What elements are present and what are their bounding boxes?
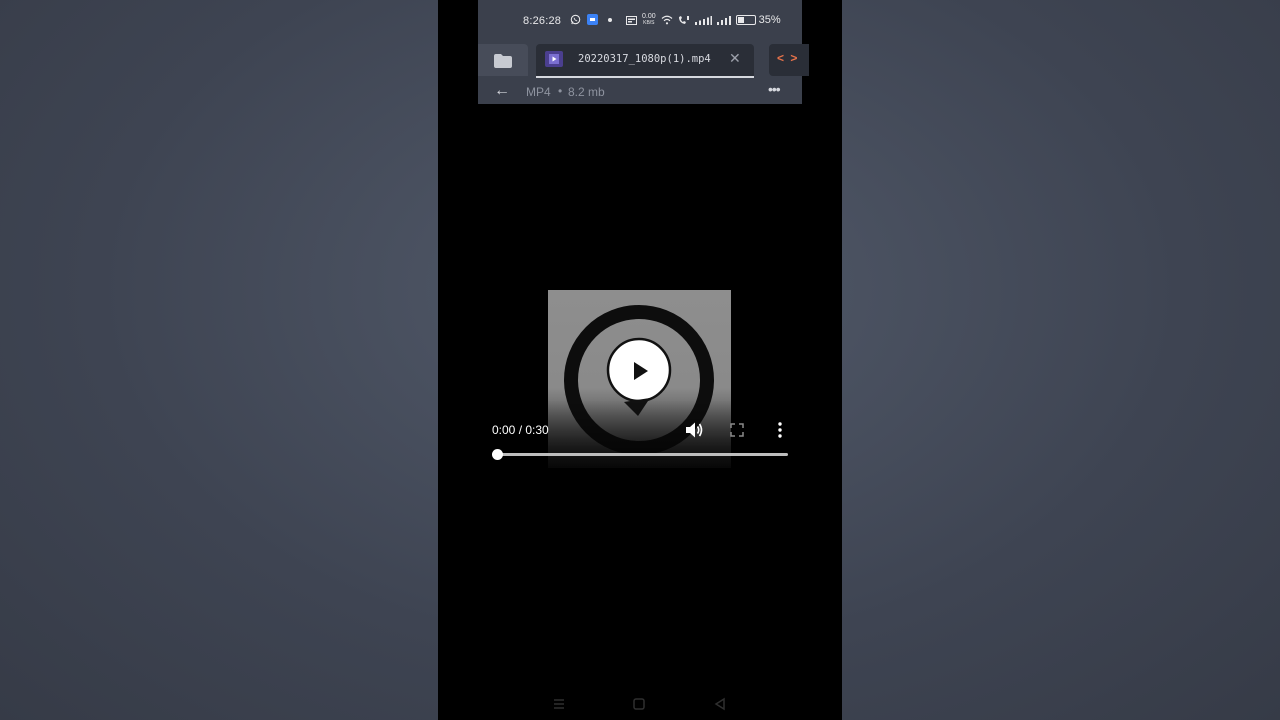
whatsapp-icon — [570, 14, 581, 25]
file-tab-bar: 20220317_1080p(1).mp4 ✕ < > — [478, 44, 809, 78]
network-speed-unit: KB/S — [643, 20, 655, 26]
progress-track[interactable] — [497, 453, 788, 456]
notification-icons — [570, 14, 612, 25]
tab-active-file[interactable]: 20220317_1080p(1).mp4 ✕ — [536, 44, 754, 78]
back-arrow-icon[interactable]: ← — [494, 82, 510, 100]
video-file-icon — [545, 51, 563, 67]
code-bracket-left: < — [777, 51, 785, 65]
phone-screen: 8:26:28 0.00 KB/S 35% 20220317_1080p(1).… — [438, 0, 842, 720]
battery-status: 35% — [735, 14, 781, 26]
code-bracket-right: > — [790, 51, 798, 65]
volte-call-icon — [678, 16, 689, 24]
system-nav-bar — [438, 690, 842, 720]
back-nav-icon[interactable] — [710, 694, 730, 714]
file-size: 8.2 mb — [568, 85, 605, 99]
battery-percent: 35% — [758, 14, 781, 26]
status-bar: 8:26:28 0.00 KB/S 35% — [478, 0, 802, 42]
player-controls-overlay — [478, 400, 802, 480]
folder-tab[interactable] — [478, 44, 528, 76]
info-separator: • — [558, 84, 563, 98]
code-view-tab[interactable]: < > — [769, 44, 809, 76]
close-tab-icon[interactable]: ✕ — [729, 50, 741, 67]
progress-thumb[interactable] — [492, 449, 503, 460]
file-info-bar: ← MP4 • 8.2 mb ••• — [478, 78, 802, 104]
home-icon[interactable] — [629, 694, 649, 714]
overflow-menu-icon[interactable] — [775, 421, 785, 439]
recent-apps-icon[interactable] — [549, 694, 569, 714]
more-options-icon[interactable]: ••• — [768, 81, 781, 97]
app-header: 8:26:28 0.00 KB/S 35% 20220317_1080p(1).… — [478, 0, 809, 104]
network-speed: 0.00 KB/S — [642, 13, 656, 26]
wifi-icon — [661, 15, 673, 25]
volume-icon[interactable] — [684, 421, 704, 439]
code-icon: < > — [777, 51, 797, 65]
fullscreen-icon[interactable] — [730, 423, 744, 437]
signal-strength-icon — [694, 15, 712, 25]
playback-time: 0:00 / 0:30 — [492, 423, 549, 437]
tab-title: 20220317_1080p(1).mp4 — [578, 53, 711, 65]
file-format: MP4 — [526, 85, 551, 99]
system-status-icons: 0.00 KB/S 35% — [626, 13, 781, 26]
folder-icon — [494, 54, 512, 68]
sim-card-icon — [626, 15, 637, 25]
battery-icon — [735, 15, 756, 25]
messages-app-icon — [587, 14, 598, 25]
notification-dot-icon — [608, 17, 612, 22]
signal-strength-icon-2 — [716, 15, 731, 25]
status-time: 8:26:28 — [523, 15, 562, 27]
